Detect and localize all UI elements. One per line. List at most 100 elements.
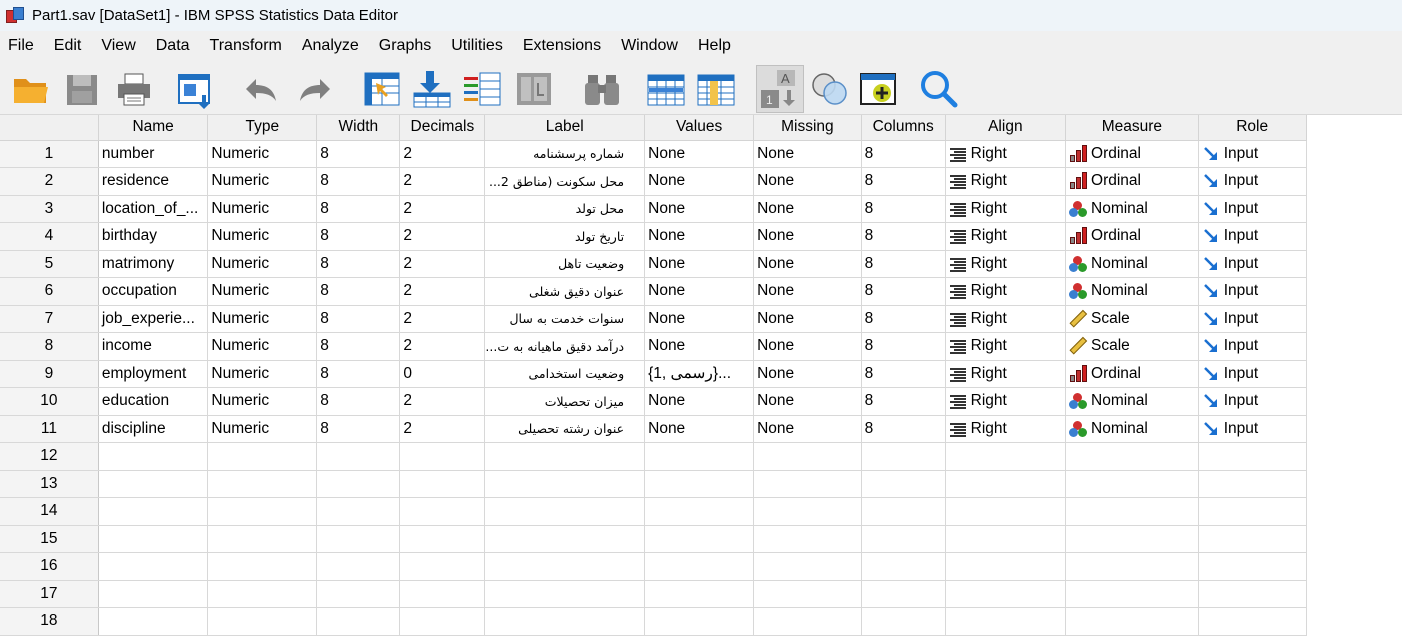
cell-decimals[interactable]: 2 (399, 305, 486, 333)
cell-columns[interactable]: 8 (861, 305, 946, 333)
cell-type[interactable]: Numeric (207, 387, 318, 416)
row-number[interactable]: 16 (0, 552, 99, 581)
cell-name[interactable]: matrimony (98, 250, 209, 278)
split-file-icon[interactable]: A1 (756, 65, 804, 113)
cell-width[interactable]: 8 (316, 167, 401, 196)
cell-values[interactable]: {1, رسمی}... (644, 360, 755, 388)
empty-cell[interactable] (945, 525, 1067, 553)
empty-cell[interactable] (1198, 580, 1307, 608)
cell-role[interactable]: Input (1198, 277, 1307, 306)
empty-cell[interactable] (207, 552, 318, 581)
cell-measure[interactable]: Ordinal (1065, 360, 1199, 388)
row-number[interactable]: 2 (0, 167, 99, 196)
cell-values[interactable]: None (644, 195, 755, 223)
goto-case-icon[interactable] (362, 69, 402, 109)
empty-cell[interactable] (861, 580, 946, 608)
cell-align[interactable]: Right (945, 387, 1067, 416)
cell-values[interactable]: None (644, 277, 755, 306)
col-header-columns[interactable]: Columns (861, 115, 946, 141)
cell-align[interactable]: Right (945, 415, 1067, 443)
cell-width[interactable]: 8 (316, 140, 401, 168)
empty-cell[interactable] (1198, 470, 1307, 498)
cell-label[interactable]: عنوان دقیق شغلی (484, 277, 646, 306)
empty-cell[interactable] (753, 470, 862, 498)
empty-cell[interactable] (98, 442, 209, 471)
cell-measure[interactable]: Nominal (1065, 415, 1199, 443)
row-number[interactable]: 13 (0, 470, 99, 498)
empty-cell[interactable] (98, 525, 209, 553)
cell-type[interactable]: Numeric (207, 360, 318, 388)
cell-role[interactable]: Input (1198, 415, 1307, 443)
empty-cell[interactable] (399, 580, 486, 608)
cell-decimals[interactable]: 2 (399, 222, 486, 251)
cell-align[interactable]: Right (945, 332, 1067, 361)
cell-name[interactable]: discipline (98, 415, 209, 443)
cell-decimals[interactable]: 2 (399, 140, 486, 168)
empty-cell[interactable] (98, 470, 209, 498)
empty-cell[interactable] (399, 470, 486, 498)
empty-cell[interactable] (945, 470, 1067, 498)
cell-width[interactable]: 8 (316, 305, 401, 333)
empty-cell[interactable] (207, 525, 318, 553)
cell-type[interactable]: Numeric (207, 167, 318, 196)
recall-dialog-icon[interactable] (176, 69, 216, 109)
row-number[interactable]: 8 (0, 332, 99, 361)
cell-measure[interactable]: Scale (1065, 305, 1199, 333)
empty-cell[interactable] (945, 580, 1067, 608)
empty-cell[interactable] (399, 525, 486, 553)
cell-align[interactable]: Right (945, 140, 1067, 168)
empty-cell[interactable] (1065, 580, 1199, 608)
empty-cell[interactable] (207, 442, 318, 471)
menu-file[interactable]: File (0, 31, 44, 61)
cell-type[interactable]: Numeric (207, 415, 318, 443)
empty-cell[interactable] (644, 470, 755, 498)
empty-cell[interactable] (484, 607, 646, 636)
empty-cell[interactable] (1198, 525, 1307, 553)
empty-cell[interactable] (1198, 442, 1307, 471)
empty-cell[interactable] (316, 470, 401, 498)
cell-columns[interactable]: 8 (861, 222, 946, 251)
empty-cell[interactable] (316, 442, 401, 471)
menu-data[interactable]: Data (146, 31, 200, 61)
cell-align[interactable]: Right (945, 195, 1067, 223)
cell-width[interactable]: 8 (316, 360, 401, 388)
cell-values[interactable]: None (644, 305, 755, 333)
empty-cell[interactable] (207, 497, 318, 526)
empty-cell[interactable] (484, 470, 646, 498)
empty-cell[interactable] (399, 552, 486, 581)
cell-decimals[interactable]: 2 (399, 387, 486, 416)
cell-role[interactable]: Input (1198, 222, 1307, 251)
insert-cases-icon[interactable] (646, 69, 686, 109)
cell-name[interactable]: occupation (98, 277, 209, 306)
cell-values[interactable]: None (644, 415, 755, 443)
row-number[interactable]: 1 (0, 140, 99, 168)
cell-missing[interactable]: None (753, 167, 862, 196)
insert-variable-icon[interactable] (696, 69, 736, 109)
value-labels-icon[interactable] (858, 69, 898, 109)
empty-cell[interactable] (753, 552, 862, 581)
empty-cell[interactable] (1198, 607, 1307, 636)
cell-columns[interactable]: 8 (861, 195, 946, 223)
undo-icon[interactable] (240, 69, 280, 109)
cell-missing[interactable]: None (753, 250, 862, 278)
empty-cell[interactable] (484, 580, 646, 608)
cell-label[interactable]: شماره پرسشنامه (484, 140, 646, 168)
cell-width[interactable]: 8 (316, 222, 401, 251)
menu-view[interactable]: View (91, 31, 145, 61)
cell-name[interactable]: job_experie... (98, 305, 209, 333)
col-header-label[interactable]: Label (484, 115, 646, 141)
col-header-width[interactable]: Width (316, 115, 401, 141)
cell-role[interactable]: Input (1198, 305, 1307, 333)
cell-role[interactable]: Input (1198, 195, 1307, 223)
empty-cell[interactable] (945, 442, 1067, 471)
row-number[interactable]: 17 (0, 580, 99, 608)
col-header-align[interactable]: Align (945, 115, 1067, 141)
empty-cell[interactable] (753, 580, 862, 608)
cell-align[interactable]: Right (945, 360, 1067, 388)
empty-cell[interactable] (945, 552, 1067, 581)
cell-type[interactable]: Numeric (207, 195, 318, 223)
empty-cell[interactable] (484, 497, 646, 526)
menu-analyze[interactable]: Analyze (292, 31, 369, 61)
empty-cell[interactable] (644, 442, 755, 471)
menu-graphs[interactable]: Graphs (369, 31, 441, 61)
